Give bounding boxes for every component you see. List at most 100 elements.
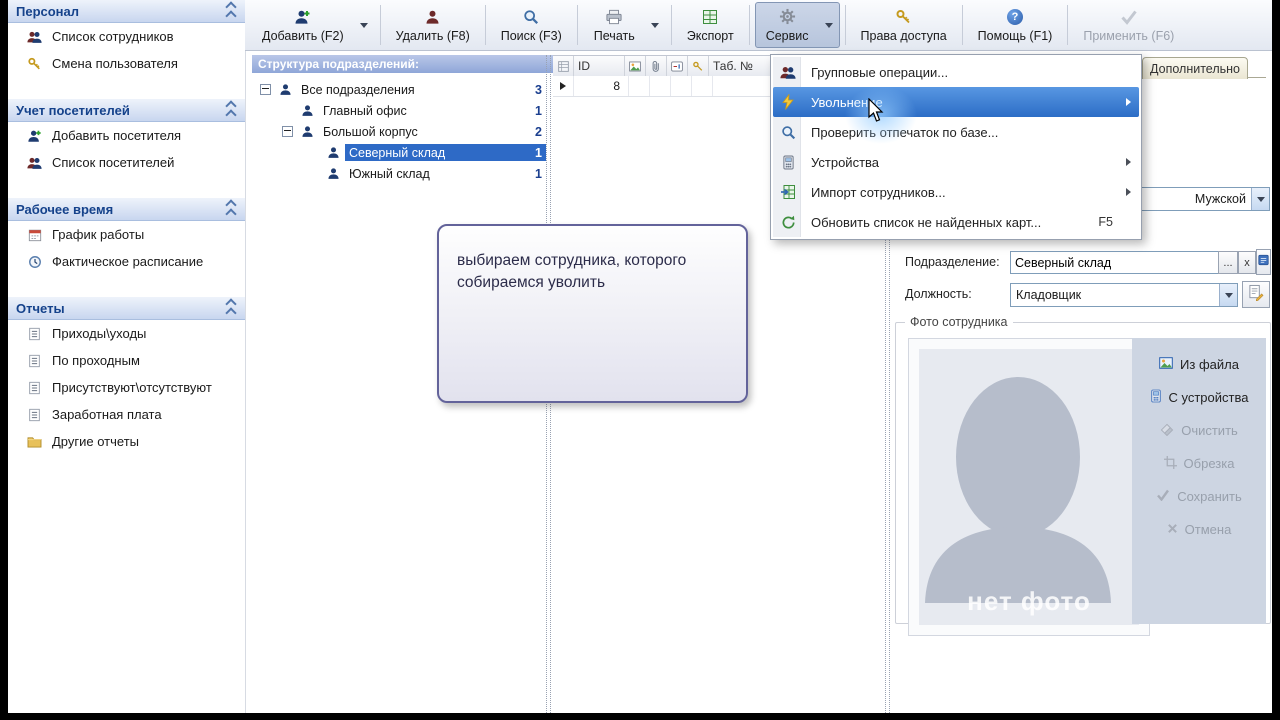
sidebar-item-visitor-list[interactable]: Список посетителей bbox=[8, 149, 245, 176]
department-input[interactable] bbox=[1010, 251, 1225, 274]
collapse-expander-icon[interactable] bbox=[260, 84, 271, 95]
collapse-chevrons-icon[interactable] bbox=[225, 297, 237, 319]
users-icon bbox=[26, 28, 43, 45]
print-dropdown-arrow[interactable] bbox=[645, 3, 665, 47]
service-dropdown-arrow[interactable] bbox=[819, 3, 839, 47]
clock-icon bbox=[26, 253, 43, 270]
grid-column-id[interactable]: ID bbox=[574, 56, 625, 76]
tree-node-count: 2 bbox=[535, 124, 542, 139]
sidebar-section-visitors[interactable]: Учет посетителей bbox=[8, 99, 245, 122]
item-label: Добавить посетителя bbox=[52, 128, 182, 143]
export-button[interactable]: Экспорт bbox=[677, 5, 744, 46]
row-selector-icon bbox=[553, 76, 574, 96]
tree-node-main-office[interactable]: Главный офис 1 bbox=[252, 100, 546, 121]
position-select[interactable]: Кладовщик bbox=[1010, 283, 1238, 307]
report-icon bbox=[26, 325, 43, 342]
tree-panel-header: Структура подразделений: bbox=[252, 55, 558, 73]
search-button[interactable]: Поиск (F3) bbox=[491, 5, 572, 46]
tree-node-south-warehouse[interactable]: Южный склад 1 bbox=[252, 163, 546, 184]
tab-additional[interactable]: Дополнительно bbox=[1142, 57, 1248, 79]
letterbox-right bbox=[1272, 0, 1280, 720]
search-icon bbox=[523, 8, 539, 26]
photo-save-button[interactable]: Сохранить bbox=[1132, 480, 1266, 513]
delete-button-label: Удалить (F8) bbox=[395, 28, 470, 43]
tree-node-label: Северный склад bbox=[349, 145, 446, 160]
tree-node-all-departments[interactable]: Все подразделения 3 bbox=[252, 79, 546, 100]
attachment-column-icon[interactable] bbox=[646, 56, 667, 76]
sidebar-item-actual-schedule[interactable]: Фактическое расписание bbox=[8, 248, 245, 275]
tree-node-count: 1 bbox=[535, 103, 542, 118]
sidebar-item-change-user[interactable]: Смена пользователя bbox=[8, 50, 245, 77]
photo-from-file-button[interactable]: Из файла bbox=[1132, 348, 1266, 381]
add-button[interactable]: Добавить (F2) bbox=[252, 3, 354, 47]
sidebar-item-employee-list[interactable]: Список сотрудников bbox=[8, 23, 245, 50]
group-operations-icon bbox=[778, 62, 798, 82]
print-button[interactable]: Печать bbox=[584, 3, 645, 47]
cell-id[interactable]: 8 bbox=[574, 76, 629, 96]
button-label: С устройства bbox=[1168, 390, 1249, 405]
sidebar-item-checkpoints-report[interactable]: По проходным bbox=[8, 347, 245, 374]
apply-button[interactable]: Применить (F6) bbox=[1073, 5, 1184, 46]
sidebar-item-work-schedule[interactable]: График работы bbox=[8, 221, 245, 248]
department-card-button[interactable] bbox=[1256, 249, 1271, 275]
card-icon bbox=[1258, 253, 1269, 272]
dropdown-button[interactable] bbox=[1219, 284, 1237, 306]
toolbar-separator bbox=[1067, 5, 1069, 45]
sidebar-section-personnel[interactable]: Персонал bbox=[8, 0, 245, 23]
employee-photo: нет фото bbox=[908, 338, 1150, 636]
help-button[interactable]: Помощь (F1) bbox=[968, 5, 1063, 46]
section-title: Учет посетителей bbox=[16, 102, 130, 118]
photo-column-icon[interactable] bbox=[625, 56, 646, 76]
item-label: Присутствуют\отсутствуют bbox=[52, 380, 212, 395]
import-table-icon bbox=[778, 182, 798, 202]
collapse-chevrons-icon[interactable] bbox=[225, 99, 237, 121]
menu-item-devices[interactable]: Устройства bbox=[773, 147, 1139, 177]
collapse-expander-icon[interactable] bbox=[282, 126, 293, 137]
tree-node-north-warehouse[interactable]: Северный склад 1 bbox=[252, 142, 546, 163]
menu-shortcut: F5 bbox=[1098, 215, 1113, 229]
submenu-arrow-icon bbox=[1126, 188, 1131, 196]
photo-cancel-button[interactable]: Отмена bbox=[1132, 513, 1266, 546]
toolbar-separator bbox=[748, 5, 750, 45]
person-icon bbox=[325, 167, 341, 180]
sidebar-item-add-visitor[interactable]: Добавить посетителя bbox=[8, 122, 245, 149]
sidebar-item-arrivals-report[interactable]: Приходы\уходы bbox=[8, 320, 245, 347]
tab-label: Дополнительно bbox=[1150, 61, 1240, 76]
collapse-chevrons-icon[interactable] bbox=[225, 198, 237, 220]
submenu-arrow-icon bbox=[1126, 158, 1131, 166]
department-clear-button[interactable]: x bbox=[1238, 251, 1256, 274]
position-edit-button[interactable] bbox=[1242, 281, 1270, 308]
gender-select[interactable]: Мужской bbox=[1133, 187, 1270, 211]
photo-clear-button[interactable]: Очистить bbox=[1132, 414, 1266, 447]
photo-from-device-button[interactable]: С устройства bbox=[1132, 381, 1266, 414]
crop-icon bbox=[1163, 455, 1177, 472]
menu-item-check-fingerprint[interactable]: Проверить отпечаток по базе... bbox=[773, 117, 1139, 147]
delete-button[interactable]: Удалить (F8) bbox=[386, 5, 480, 46]
sidebar-item-presence-report[interactable]: Присутствуют\отсутствуют bbox=[8, 374, 245, 401]
add-dropdown-arrow[interactable] bbox=[354, 3, 374, 47]
sidebar-section-worktime[interactable]: Рабочее время bbox=[8, 198, 245, 221]
submenu-arrow-icon bbox=[1126, 98, 1131, 106]
tree-node-big-building[interactable]: Большой корпус 2 bbox=[252, 121, 546, 142]
menu-item-refresh-cards[interactable]: Обновить список не найденных карт... F5 bbox=[773, 207, 1139, 237]
sidebar-item-other-reports[interactable]: Другие отчеты bbox=[8, 428, 245, 455]
refresh-icon bbox=[778, 212, 798, 232]
sidebar-section-reports[interactable]: Отчеты bbox=[8, 297, 245, 320]
collapse-chevrons-icon[interactable] bbox=[225, 0, 237, 22]
lightning-icon bbox=[778, 92, 798, 112]
service-button[interactable]: Сервис bbox=[756, 3, 819, 47]
card-column-icon[interactable] bbox=[667, 56, 688, 76]
cell-attachment bbox=[650, 76, 671, 96]
photo-crop-button[interactable]: Обрезка bbox=[1132, 447, 1266, 480]
dropdown-button[interactable] bbox=[1251, 188, 1269, 210]
department-browse-button[interactable]: ... bbox=[1218, 251, 1238, 274]
access-rights-button[interactable]: Права доступа bbox=[851, 5, 957, 46]
close-icon bbox=[1167, 522, 1178, 537]
key-icon bbox=[26, 55, 43, 72]
key-column-icon[interactable] bbox=[688, 56, 709, 76]
menu-item-group-operations[interactable]: Групповые операции... bbox=[773, 57, 1139, 87]
sidebar-item-salary-report[interactable]: Заработная плата bbox=[8, 401, 245, 428]
menu-item-import-employees[interactable]: Импорт сотрудников... bbox=[773, 177, 1139, 207]
report-icon bbox=[26, 352, 43, 369]
menu-item-dismissal[interactable]: Увольнение bbox=[773, 87, 1139, 117]
